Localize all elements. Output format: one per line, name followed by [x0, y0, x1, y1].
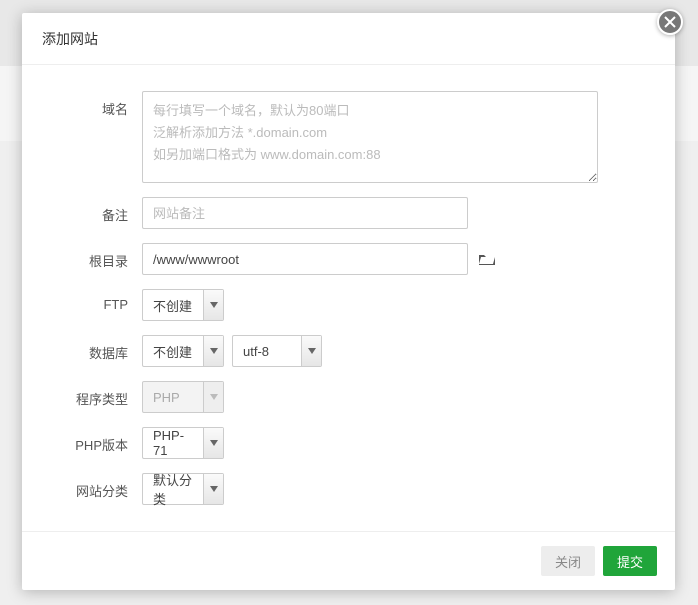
chevron-down-icon: [301, 336, 321, 366]
program-type-select: PHP: [142, 381, 224, 413]
chevron-down-icon: [203, 474, 223, 504]
dialog-header: 添加网站: [22, 13, 675, 65]
ftp-select[interactable]: 不创建: [142, 289, 224, 321]
label-ftp: FTP: [52, 289, 142, 312]
label-rootdir: 根目录: [52, 243, 142, 270]
label-site-category: 网站分类: [52, 473, 142, 500]
dialog-footer: 关闭 提交: [22, 531, 675, 590]
php-version-select[interactable]: PHP-71: [142, 427, 224, 459]
domain-input[interactable]: [142, 91, 598, 183]
submit-button[interactable]: 提交: [603, 546, 657, 576]
chevron-down-icon: [203, 428, 223, 458]
database-select[interactable]: 不创建: [142, 335, 224, 367]
label-domain: 域名: [52, 91, 142, 118]
dialog-body: 域名 备注 根目录 FTP 不创建: [22, 65, 675, 531]
dialog-title: 添加网站: [42, 29, 98, 49]
label-php-version: PHP版本: [52, 427, 142, 454]
site-category-select[interactable]: 默认分类: [142, 473, 224, 505]
label-database: 数据库: [52, 335, 142, 362]
label-program-type: 程序类型: [52, 381, 142, 408]
rootdir-input[interactable]: [142, 243, 468, 275]
chevron-down-icon: [203, 290, 223, 320]
folder-icon[interactable]: [478, 252, 496, 266]
chevron-down-icon: [203, 336, 223, 366]
label-note: 备注: [52, 197, 142, 224]
chevron-down-icon: [203, 382, 223, 412]
charset-select[interactable]: utf-8: [232, 335, 322, 367]
cancel-button[interactable]: 关闭: [541, 546, 595, 576]
close-icon[interactable]: [657, 9, 683, 35]
add-site-dialog: 添加网站 域名 备注 根目录 FTP: [22, 13, 675, 590]
note-input[interactable]: [142, 197, 468, 229]
